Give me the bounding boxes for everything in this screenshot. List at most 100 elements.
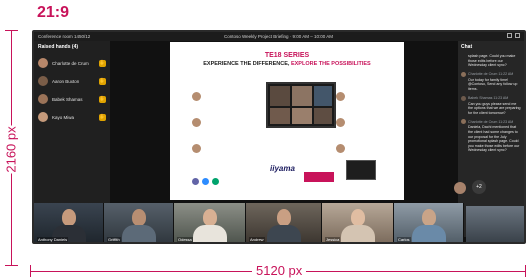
participant-figure [421, 209, 436, 226]
participant-figure [202, 209, 217, 226]
raised-hand-item[interactable]: Kayo Miwa ✋ [38, 109, 106, 125]
video-tile[interactable]: Griffith [104, 203, 174, 242]
slide-display-cell [270, 108, 290, 124]
app-logo-icon [192, 178, 199, 185]
window-controls [507, 33, 520, 38]
video-tile[interactable]: Jessica [322, 203, 394, 242]
width-dimension-tick-right [525, 265, 526, 277]
shared-presentation[interactable]: TE18 SERIES EXPERIENCE THE DIFFERENCE, E… [170, 42, 404, 200]
participant-name: Jessica [325, 237, 341, 242]
chat-message: splash page. Could you make those edits … [461, 54, 521, 68]
meeting-title: Contoso Weekly Project Briefing · 9:00 A… [224, 34, 333, 39]
chat-message-header: Charlotte de Crum 11:22 AM [461, 71, 521, 77]
raised-hand-icon: ✋ [99, 77, 106, 85]
feature-icon [192, 144, 201, 153]
participant-figure [276, 209, 291, 226]
participant-figure [61, 209, 76, 226]
chat-message-sender: Charlotte de Crum 11:22 AM [468, 72, 514, 77]
slide-display-image [266, 82, 336, 128]
participant-figure [266, 225, 301, 242]
height-dimension: 2160 px [0, 30, 22, 266]
slide-display-cell [314, 86, 332, 106]
raised-hand-name: Charlotte de Crum [52, 60, 89, 66]
video-gallery: Anthony Daniels Griffith Odessa Andrew J… [34, 203, 464, 242]
meeting-topbar: Conference room 1450/12 Contoso Weekly P… [34, 32, 524, 41]
participant-figure [131, 209, 146, 226]
participant-figure [411, 225, 446, 242]
raised-hand-icon: ✋ [99, 95, 106, 103]
avatar[interactable] [454, 182, 466, 194]
video-tile[interactable]: Carlos [394, 203, 464, 242]
slide-feature-icons-left [192, 92, 201, 153]
participant-name: Andrew [249, 237, 265, 242]
raised-hand-item[interactable]: Charlotte de Crum ✋ [38, 55, 106, 71]
feature-icon [336, 144, 345, 153]
participant-figure [340, 225, 375, 242]
avatar [461, 95, 466, 101]
slide-feature-block: ​ [210, 86, 248, 91]
height-dimension-label: 2160 px [3, 125, 19, 174]
brand-logo: iiyama [270, 164, 295, 173]
slide-feature-icons-right [336, 92, 345, 153]
avatar [38, 58, 48, 68]
room-name: Conference room 1450/12 [38, 34, 91, 39]
raised-hand-name: Babek Shamas [52, 96, 83, 102]
minimize-icon[interactable] [507, 33, 512, 38]
participant-figure [121, 225, 156, 242]
more-participants-badge[interactable]: +2 [472, 180, 486, 194]
width-dimension: 5120 px [30, 262, 526, 280]
slide-subtitle: EXPERIENCE THE DIFFERENCE, EXPLORE THE P… [170, 61, 404, 67]
avatar [461, 71, 466, 77]
raised-hand-name: Aaron Buxton [52, 78, 80, 84]
feature-icon [336, 118, 345, 127]
video-tile[interactable]: Andrew [246, 203, 322, 242]
raised-hand-name: Kayo Miwa [52, 114, 75, 120]
width-dimension-label: 5120 px [252, 263, 307, 278]
chat-message-sender: Charlotte de Crum 11:23 AM [468, 119, 514, 124]
raised-hand-item[interactable]: Aaron Buxton ✋ [38, 73, 106, 89]
meeting-display: Conference room 1450/12 Contoso Weekly P… [32, 30, 526, 244]
raised-hand-item[interactable]: Babek Shamas ✋ [38, 91, 106, 107]
app-logo-icon [212, 178, 219, 185]
video-tile[interactable]: Odessa [174, 203, 246, 242]
chat-message: Charlotte de Crum 11:22 AM Our today for… [461, 71, 521, 92]
participant-name: Odessa [177, 237, 193, 242]
chat-message-sender: Babek Shamas 11:23 AM [468, 96, 509, 101]
chat-message-body: Our today for family time! @Contoso, Sen… [468, 77, 518, 91]
overflow-video-strip [466, 206, 524, 242]
aspect-ratio-label: 21:9 [37, 4, 70, 21]
participant-figure [350, 209, 365, 226]
feature-icon [336, 92, 345, 101]
chat-message-body: splash page. Could you make those edits … [468, 54, 516, 68]
width-dimension-tick-left [30, 265, 31, 277]
raised-hands-panel: Raised hands (4) Charlotte de Crum ✋ Aar… [34, 41, 110, 203]
height-dimension-tick-bottom [5, 265, 18, 266]
participant-name: Carlos [397, 237, 411, 242]
slide-feature-block: ​ [210, 114, 248, 119]
slide-feature-block: ​ [210, 142, 248, 147]
slide-display-cell [270, 86, 290, 106]
chat-message-header: Babek Shamas 11:23 AM [461, 95, 521, 101]
participant-figure [192, 225, 227, 242]
avatar [461, 119, 466, 125]
feature-icon [192, 92, 201, 101]
chat-message: Babek Shamas 11:23 AM Can you guys pleas… [461, 95, 521, 116]
product-spec-illustration: 21:9 2160 px 5120 px Conference room 145… [0, 0, 530, 280]
chat-message-header: Charlotte de Crum 11:23 AM [461, 119, 521, 125]
participant-name: Griffith [107, 237, 121, 242]
chat-message: Charlotte de Crum 11:23 AM Daniela, Dach… [461, 119, 521, 153]
avatar [38, 94, 48, 104]
video-tile[interactable]: Anthony Daniels [34, 203, 104, 242]
app-logo-icon [202, 178, 209, 185]
avatar [38, 112, 48, 122]
slide-subtitle-accent: EXPLORE THE POSSIBILITIES [289, 61, 371, 67]
chat-title: Chat [461, 44, 473, 50]
slide-app-logos [192, 178, 219, 185]
slide-feature-block: ​ [348, 86, 386, 91]
maximize-icon[interactable] [515, 33, 520, 38]
slide-display-cell [292, 86, 312, 106]
avatar [38, 76, 48, 86]
raised-hand-icon: ✋ [99, 113, 106, 121]
slide-display-cell [314, 108, 332, 124]
slide-display-cell [292, 108, 312, 124]
